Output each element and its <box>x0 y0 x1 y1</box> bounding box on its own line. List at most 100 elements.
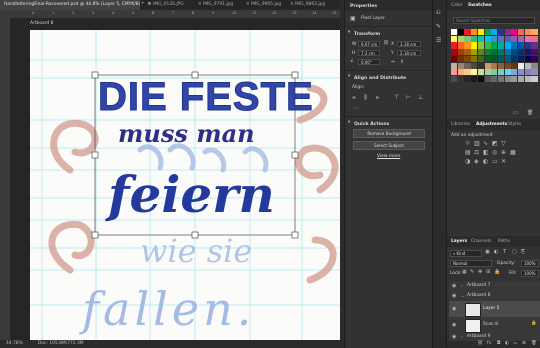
color-swatch[interactable] <box>477 55 484 62</box>
color-swatch[interactable] <box>511 55 518 62</box>
color-swatch[interactable] <box>524 69 531 76</box>
color-swatch[interactable] <box>531 75 538 83</box>
color-swatch[interactable] <box>471 62 478 69</box>
color-swatch[interactable] <box>518 55 525 62</box>
levels-icon[interactable]: ▥ <box>474 141 480 147</box>
height-field[interactable]: 7.2 cm <box>358 50 380 56</box>
color-swatch[interactable] <box>471 35 478 42</box>
opacity-field[interactable]: 100% <box>521 260 539 267</box>
color-swatch[interactable] <box>497 75 505 83</box>
color-swatch[interactable] <box>451 75 458 83</box>
threshold-icon[interactable]: ◐ <box>483 159 488 165</box>
color-swatch[interactable] <box>524 49 531 56</box>
color-swatch[interactable] <box>457 75 464 83</box>
document-tab[interactable]: ✕ IMG_9863.jpg <box>290 2 325 7</box>
color-swatch[interactable] <box>457 62 464 69</box>
artboard[interactable]: wie sie fallen. DIE FESTE muss man feier… <box>30 30 340 340</box>
color-swatch[interactable] <box>464 35 471 42</box>
color-swatch[interactable] <box>464 69 471 76</box>
mask-icon[interactable]: ◘ <box>497 341 501 347</box>
align-bottom-icon[interactable]: ⊥ <box>418 95 423 101</box>
trash-icon[interactable]: 🗑 <box>527 111 533 116</box>
color-swatch[interactable] <box>451 69 458 76</box>
document-tab-active[interactable]: HandletteringFinal-Recovered.psd @ 44.8%… <box>0 0 151 10</box>
color-swatch[interactable] <box>497 62 505 69</box>
remove-background-button[interactable]: Remove Background <box>353 129 425 138</box>
fx-icon[interactable]: fx <box>487 341 491 347</box>
color-swatch[interactable] <box>477 69 484 76</box>
color-swatch[interactable] <box>524 35 531 42</box>
color-swatch[interactable] <box>524 29 531 36</box>
photo-filter-icon[interactable]: ◎ <box>492 150 497 156</box>
new-group-icon[interactable]: ▭ <box>513 341 517 347</box>
selective-color-icon[interactable]: ✕ <box>501 159 506 165</box>
layer-row-scan-8[interactable]: ◉ Scan 8 🔒 <box>449 317 540 334</box>
chevron-right-icon[interactable]: › <box>461 335 463 339</box>
chevron-down-icon[interactable]: ▾ <box>348 30 350 36</box>
color-swatch[interactable] <box>497 42 505 49</box>
color-swatch[interactable] <box>471 42 478 49</box>
color-swatch[interactable] <box>484 35 491 42</box>
color-swatch[interactable] <box>484 29 491 36</box>
filter-smart-icon[interactable]: ⎘ <box>521 250 525 255</box>
posterize-icon[interactable]: ◈ <box>474 159 479 165</box>
color-swatch[interactable] <box>471 49 478 56</box>
flip-vertical-icon[interactable]: ⇕ <box>400 60 404 65</box>
exposure-icon[interactable]: ◩ <box>492 141 498 147</box>
color-swatch[interactable] <box>471 55 478 62</box>
color-swatch[interactable] <box>504 49 511 56</box>
filter-shape-icon[interactable]: ▢ <box>512 250 517 255</box>
color-swatch[interactable] <box>464 62 471 69</box>
link-layers-icon[interactable]: ⛓ <box>477 341 483 347</box>
color-swatch[interactable] <box>451 42 458 49</box>
color-swatch[interactable] <box>511 42 518 49</box>
color-swatch[interactable] <box>464 75 471 83</box>
width-field[interactable]: 9.67 cm <box>358 41 380 47</box>
adjust-icon[interactable]: ☰ <box>436 38 441 44</box>
color-swatch[interactable] <box>451 55 458 62</box>
transform-title[interactable]: Transform <box>354 32 380 37</box>
color-swatch[interactable] <box>491 29 498 36</box>
color-swatch[interactable] <box>497 35 505 42</box>
brush-settings-icon[interactable]: ✎ <box>436 24 441 30</box>
color-swatch[interactable] <box>524 42 531 49</box>
layer-row-layer-5[interactable]: ◉ Layer 5 <box>449 301 540 318</box>
color-swatch[interactable] <box>471 75 478 83</box>
lock-pixels-icon[interactable]: ▦ <box>462 270 467 275</box>
align-hcenter-icon[interactable]: ⫼ <box>364 95 367 101</box>
eye-icon[interactable]: ◉ <box>452 322 456 328</box>
color-swatch[interactable] <box>518 75 525 83</box>
color-swatch[interactable] <box>484 75 491 83</box>
color-swatch[interactable] <box>511 35 518 42</box>
color-swatch[interactable] <box>504 42 511 49</box>
color-swatch[interactable] <box>518 35 525 42</box>
color-swatch[interactable] <box>451 62 458 69</box>
color-swatch[interactable] <box>511 75 518 83</box>
align-title[interactable]: Align and Distribute <box>354 76 406 81</box>
eye-icon[interactable]: ◉ <box>452 293 456 299</box>
zoom-level[interactable]: 44.78% <box>6 341 23 346</box>
eye-icon[interactable]: ◉ <box>452 283 456 289</box>
filter-pixel-icon[interactable]: ▣ <box>485 250 490 255</box>
hue-icon[interactable]: ▤ <box>465 150 471 156</box>
tab-styles[interactable]: Styles <box>508 122 521 127</box>
link-icon[interactable]: ⛓ <box>383 41 389 47</box>
align-right-icon[interactable]: ⫸ <box>376 95 379 101</box>
color-swatch[interactable] <box>471 29 478 36</box>
color-swatch[interactable] <box>457 42 464 49</box>
swatch-search-input[interactable]: Search Swatches <box>453 17 535 24</box>
color-swatch[interactable] <box>518 42 525 49</box>
vibrance-icon[interactable]: ▽ <box>501 141 506 147</box>
color-swatch[interactable] <box>491 55 498 62</box>
filter-adjustment-icon[interactable]: ◐ <box>494 250 498 255</box>
color-swatch[interactable] <box>464 49 471 56</box>
canvas-workspace[interactable]: Artboard 8 wie sie fallen. DIE FESTE mus… <box>10 18 340 340</box>
color-swatch[interactable] <box>491 75 498 83</box>
tab-layers[interactable]: Layers <box>451 239 467 244</box>
chevron-down-icon[interactable]: ▾ <box>348 74 350 80</box>
select-subject-button[interactable]: Select Subject <box>353 141 425 150</box>
new-fill-icon[interactable]: ◐ <box>505 341 509 347</box>
eye-icon[interactable]: ◉ <box>452 334 456 340</box>
color-swatch[interactable] <box>531 69 538 76</box>
blend-mode-select[interactable]: Normal <box>450 260 492 267</box>
